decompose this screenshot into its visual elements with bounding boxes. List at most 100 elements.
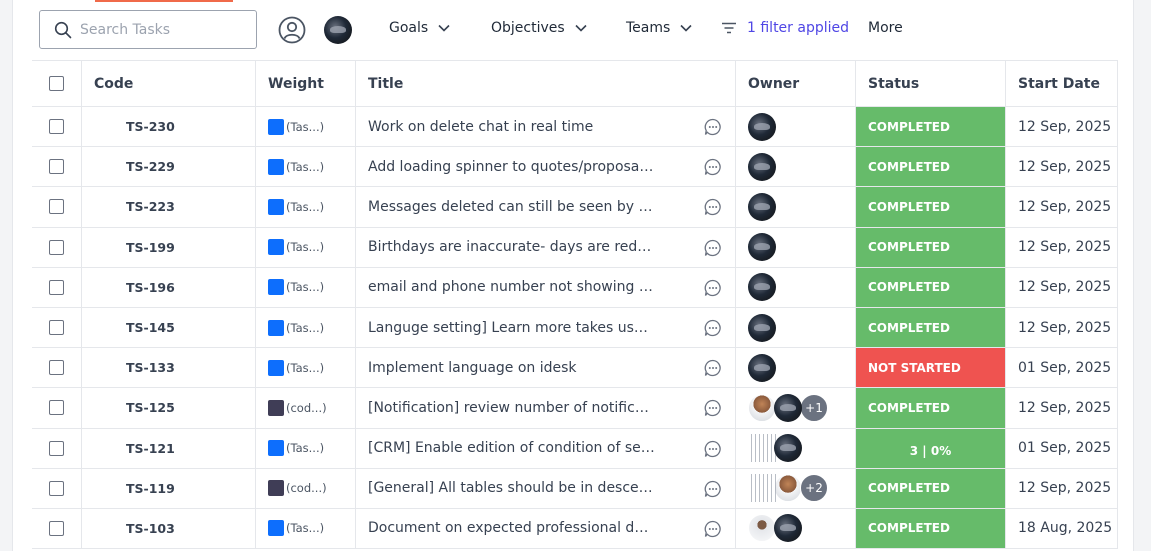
task-code[interactable]: TS-103 [82, 521, 175, 536]
comment-icon[interactable] [704, 118, 722, 136]
table-row[interactable]: TS-125 (cod...) [Notification] review nu… [32, 388, 1118, 429]
header-weight[interactable]: Weight [256, 61, 356, 106]
task-title[interactable]: [Notification] review number of notifica… [356, 400, 656, 416]
task-title[interactable]: email and phone number not showing on... [356, 279, 656, 295]
search-box[interactable] [39, 10, 257, 49]
header-title[interactable]: Title [356, 61, 736, 106]
task-title[interactable]: [General] All tables should be in descen… [356, 480, 656, 496]
owner-avatar[interactable] [748, 273, 776, 302]
task-title[interactable]: Languge setting] Learn more takes user .… [356, 320, 656, 336]
owner-avatar[interactable] [774, 474, 802, 503]
table-row[interactable]: TS-121 (Tas...) [CRM] Enable edition of … [32, 428, 1118, 469]
comment-icon[interactable] [704, 520, 722, 538]
user-filter-icon[interactable] [278, 16, 306, 44]
table-row[interactable]: TS-229 (Tas...) Add loading spinner to q… [32, 147, 1118, 188]
search-input[interactable] [80, 19, 250, 41]
comment-icon[interactable] [704, 480, 722, 498]
task-title[interactable]: Birthdays are inaccurate- days are redu.… [356, 239, 656, 255]
task-title[interactable]: Messages deleted can still be seen by th… [356, 199, 656, 215]
owner-avatar[interactable] [748, 112, 776, 141]
status-badge[interactable]: COMPLETED [856, 307, 1005, 348]
more-button[interactable]: More [868, 20, 903, 36]
comment-icon[interactable] [704, 399, 722, 417]
task-code[interactable]: TS-230 [82, 119, 175, 134]
owner-avatar[interactable] [748, 474, 776, 503]
teams-dropdown[interactable]: Teams [626, 20, 692, 36]
task-code[interactable]: TS-121 [82, 441, 175, 456]
header-start-date[interactable]: Start Date [1006, 61, 1118, 106]
comment-icon[interactable] [704, 279, 722, 297]
owner-avatar[interactable] [748, 434, 776, 463]
comment-icon[interactable] [704, 239, 722, 257]
owner-avatar[interactable] [748, 353, 776, 382]
header-code[interactable]: Code [82, 61, 256, 106]
task-code[interactable]: TS-229 [82, 159, 175, 174]
status-badge[interactable]: COMPLETED [856, 107, 1005, 147]
status-badge[interactable]: COMPLETED [856, 388, 1005, 428]
row-checkbox[interactable] [49, 119, 64, 135]
status-badge[interactable]: COMPLETED [856, 187, 1005, 227]
task-title[interactable]: Add loading spinner to quotes/proposal/i… [356, 159, 656, 175]
task-title[interactable]: Implement language on idesk [356, 360, 656, 376]
row-checkbox[interactable] [49, 279, 64, 295]
owner-avatar[interactable] [748, 514, 776, 543]
task-code[interactable]: TS-133 [82, 360, 175, 375]
row-checkbox[interactable] [49, 360, 64, 376]
table-row[interactable]: TS-199 (Tas...) Birthdays are inaccurate… [32, 227, 1118, 268]
task-code[interactable]: TS-223 [82, 199, 175, 214]
table-row[interactable]: TS-103 (Tas...) Document on expected pro… [32, 508, 1118, 550]
status-badge[interactable]: COMPLETED [856, 468, 1005, 508]
status-badge[interactable]: COMPLETED [856, 508, 1005, 549]
task-title[interactable]: [CRM] Enable edition of condition of ser… [356, 440, 656, 456]
comment-icon[interactable] [704, 359, 722, 377]
header-owner[interactable]: Owner [736, 61, 856, 106]
row-checkbox[interactable] [49, 320, 64, 336]
owner-avatar[interactable] [748, 393, 776, 422]
owner-avatar[interactable] [748, 313, 776, 342]
filter-button[interactable]: 1 filter applied [721, 20, 849, 36]
table-row[interactable]: TS-145 (Tas...) Languge setting] Learn m… [32, 307, 1118, 349]
owner-avatar[interactable] [774, 393, 802, 422]
status-badge[interactable]: 3 | 0% [856, 428, 1005, 468]
owner-avatar[interactable] [748, 233, 776, 262]
task-code[interactable]: TS-125 [82, 400, 175, 415]
task-title[interactable]: Work on delete chat in real time [356, 119, 656, 135]
select-all-checkbox[interactable] [49, 76, 64, 91]
owner-avatar[interactable] [774, 514, 802, 543]
header-status[interactable]: Status [856, 61, 1006, 106]
objectives-dropdown[interactable]: Objectives [491, 20, 587, 36]
task-code[interactable]: TS-145 [82, 320, 175, 335]
extra-owners-count[interactable]: +2 [800, 474, 828, 503]
row-checkbox[interactable] [49, 400, 64, 416]
code-cell: TS-133 [82, 348, 256, 388]
table-row[interactable]: TS-119 (cod...) [General] All tables sho… [32, 468, 1118, 509]
owner-avatar[interactable] [748, 152, 776, 181]
comment-icon[interactable] [704, 198, 722, 216]
extra-owners-count[interactable]: +1 [800, 393, 828, 422]
status-badge[interactable]: COMPLETED [856, 267, 1005, 307]
row-checkbox[interactable] [49, 239, 64, 255]
row-checkbox[interactable] [49, 199, 64, 215]
table-row[interactable]: TS-133 (Tas...) Implement language on id… [32, 348, 1118, 389]
comment-icon[interactable] [704, 319, 722, 337]
table-row[interactable]: TS-196 (Tas...) email and phone number n… [32, 267, 1118, 308]
row-checkbox[interactable] [49, 480, 64, 496]
current-user-avatar[interactable] [324, 16, 352, 44]
row-checkbox[interactable] [49, 159, 64, 175]
status-badge[interactable]: COMPLETED [856, 227, 1005, 267]
table-row[interactable]: TS-223 (Tas...) Messages deleted can sti… [32, 187, 1118, 228]
table-row[interactable]: TS-230 (Tas...) Work on delete chat in r… [32, 107, 1118, 148]
status-badge[interactable]: COMPLETED [856, 147, 1005, 187]
goals-dropdown[interactable]: Goals [389, 20, 450, 36]
owner-avatar[interactable] [774, 434, 802, 463]
comment-icon[interactable] [704, 440, 722, 458]
task-code[interactable]: TS-199 [82, 240, 175, 255]
row-checkbox[interactable] [49, 520, 64, 536]
task-title[interactable]: Document on expected professional dev... [356, 520, 656, 536]
task-code[interactable]: TS-196 [82, 280, 175, 295]
status-badge[interactable]: NOT STARTED [856, 348, 1005, 388]
task-code[interactable]: TS-119 [82, 481, 175, 496]
row-checkbox[interactable] [49, 440, 64, 456]
comment-icon[interactable] [704, 158, 722, 176]
owner-avatar[interactable] [748, 192, 776, 221]
